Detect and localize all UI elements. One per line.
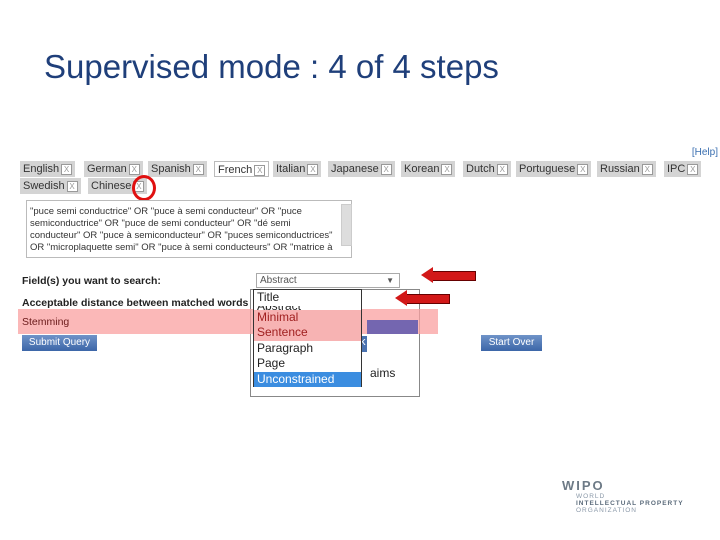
help-link[interactable]: [Help] bbox=[692, 147, 718, 158]
close-icon[interactable]: X bbox=[128, 163, 140, 175]
slide-title: Supervised mode : 4 of 4 steps bbox=[44, 48, 499, 85]
textarea-scrollbar[interactable] bbox=[341, 204, 352, 246]
close-icon[interactable]: X bbox=[307, 163, 319, 175]
close-icon[interactable]: X bbox=[687, 163, 699, 175]
distance-label: Acceptable distance between matched word… bbox=[22, 297, 249, 309]
option-page[interactable]: Page bbox=[254, 356, 361, 372]
tab-label: Spanish bbox=[151, 163, 191, 175]
close-icon[interactable]: X bbox=[254, 164, 266, 176]
close-icon[interactable]: X bbox=[641, 163, 653, 175]
option-title[interactable]: Title bbox=[254, 290, 361, 306]
close-icon[interactable]: X bbox=[66, 180, 78, 192]
close-icon[interactable]: X bbox=[496, 163, 508, 175]
submit-query-button[interactable]: Submit Query bbox=[22, 335, 97, 351]
tab-label: Swedish bbox=[23, 180, 65, 192]
query-textarea[interactable]: "puce semi conductrice" OR "puce à semi … bbox=[26, 200, 352, 258]
distance-dropdown-list: Title Abstract Minimal Sentence Paragrap… bbox=[253, 289, 362, 387]
wipo-logo: WIPO WORLD INTELLECTUAL PROPERTY ORGANIZ… bbox=[562, 478, 684, 514]
fields-label: Field(s) you want to search: bbox=[22, 275, 161, 287]
tab-english[interactable]: English X bbox=[20, 161, 76, 177]
option-unconstrained[interactable]: Unconstrained bbox=[254, 371, 361, 387]
tab-spanish[interactable]: Spanish X bbox=[148, 161, 207, 177]
option-minimal[interactable]: Minimal bbox=[254, 309, 361, 325]
tab-french[interactable]: French X bbox=[214, 161, 270, 177]
tab-label: German bbox=[87, 163, 127, 175]
tab-swedish[interactable]: Swedish X bbox=[20, 178, 81, 194]
logo-name: WIPO bbox=[562, 478, 605, 493]
close-icon[interactable]: X bbox=[380, 163, 392, 175]
logo-line: WORLD bbox=[576, 493, 606, 500]
tab-label: IPC bbox=[667, 163, 686, 175]
close-icon[interactable]: X bbox=[441, 163, 453, 175]
tab-italian[interactable]: Italian X bbox=[273, 161, 322, 177]
close-icon[interactable]: X bbox=[577, 163, 589, 175]
tab-ipc[interactable]: IPC X bbox=[664, 161, 702, 177]
start-over-button[interactable]: Start Over bbox=[481, 335, 542, 351]
tab-label: Portuguese bbox=[519, 163, 576, 175]
tab-label: Korean bbox=[404, 163, 440, 175]
tab-label: English bbox=[23, 163, 60, 175]
tab-label: Dutch bbox=[466, 163, 495, 175]
arrow-left-icon bbox=[395, 290, 450, 306]
tab-german[interactable]: German X bbox=[84, 161, 143, 177]
tab-russian[interactable]: Russian X bbox=[597, 161, 656, 177]
tab-label: Chinese bbox=[91, 180, 132, 192]
tab-label: Italian bbox=[276, 163, 306, 175]
tab-japanese[interactable]: Japanese X bbox=[328, 161, 395, 177]
close-icon[interactable]: X bbox=[192, 163, 204, 175]
tab-dutch[interactable]: Dutch X bbox=[463, 161, 511, 177]
chevron-down-icon: ▼ bbox=[386, 276, 394, 285]
logo-line: ORGANIZATION bbox=[576, 507, 637, 514]
tab-label: French bbox=[218, 164, 253, 176]
hidden-text: aims bbox=[370, 366, 396, 380]
highlight-circle bbox=[132, 175, 156, 201]
arrow-left-icon bbox=[421, 267, 476, 283]
option-paragraph[interactable]: Paragraph bbox=[254, 341, 361, 357]
close-icon[interactable]: X bbox=[61, 163, 73, 175]
tab-label: Russian bbox=[600, 163, 640, 175]
tab-label: Japanese bbox=[331, 163, 379, 175]
tab-korean[interactable]: Korean X bbox=[401, 161, 456, 177]
fields-select[interactable]: Abstract ▼ bbox=[256, 273, 400, 288]
stemming-control[interactable] bbox=[367, 320, 418, 334]
option-sentence[interactable]: Sentence bbox=[254, 325, 361, 341]
stemming-label: Stemming bbox=[22, 316, 70, 328]
tab-portuguese[interactable]: Portuguese X bbox=[516, 161, 592, 177]
fields-value: Abstract bbox=[260, 275, 297, 286]
logo-line: INTELLECTUAL PROPERTY bbox=[576, 500, 684, 507]
